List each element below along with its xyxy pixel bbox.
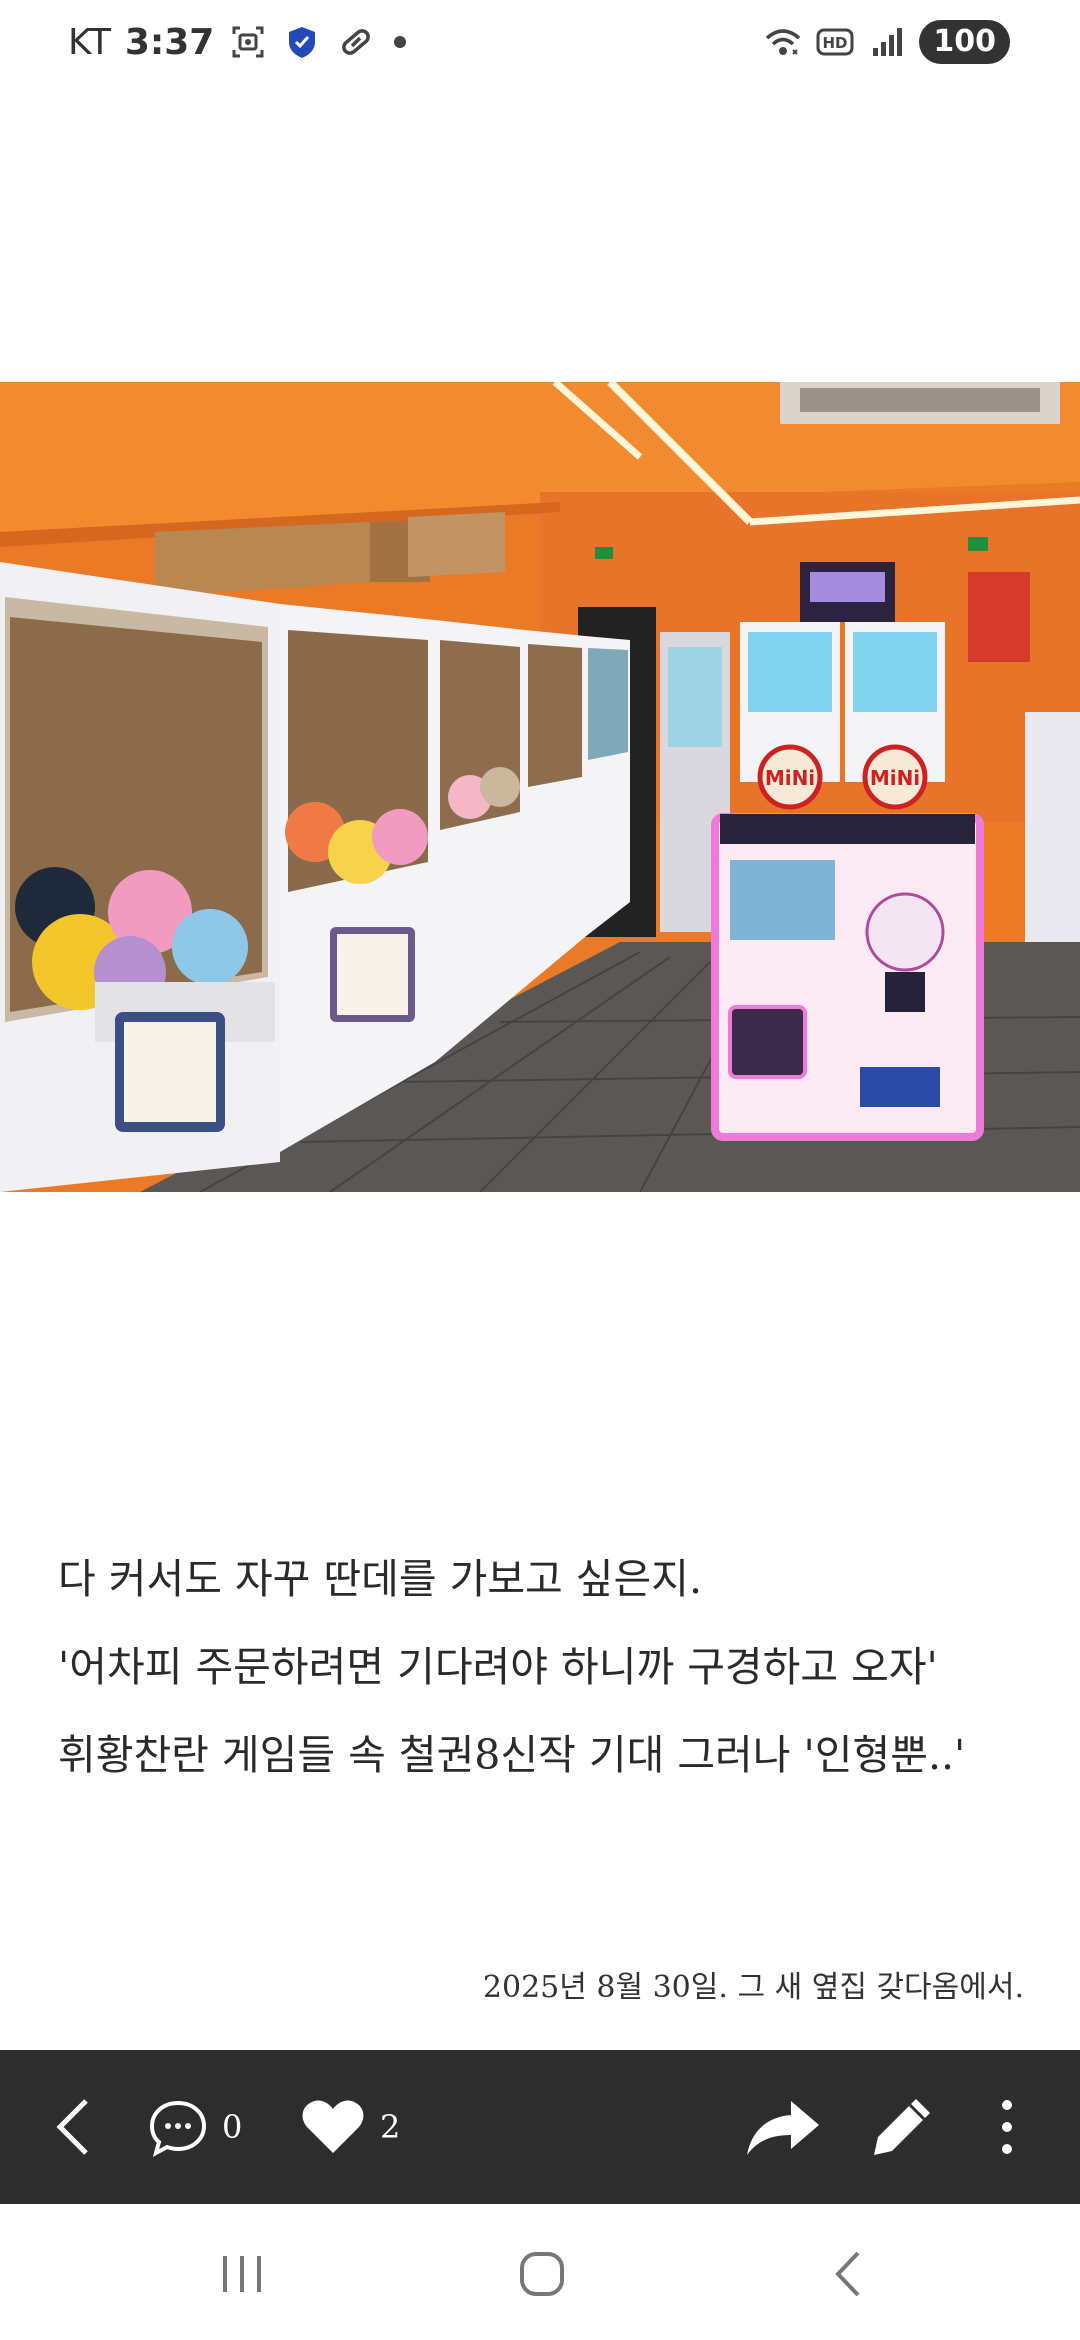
- battery-indicator: 100: [919, 20, 1010, 64]
- edit-button[interactable]: [870, 2050, 934, 2204]
- mini-label-left: MiNi: [765, 766, 815, 790]
- status-left: KT 3:37: [68, 18, 407, 66]
- back-button[interactable]: [50, 2050, 98, 2204]
- post-action-bar: 0 2: [0, 2050, 1080, 2204]
- recents-icon: [223, 2256, 261, 2292]
- back-nav-button[interactable]: [818, 2244, 878, 2304]
- caption-line-3: 휘황찬란 게임들 속 철권8신작 기대 그러나 '인형뿐..': [58, 1731, 966, 1779]
- hd-icon: HD: [816, 28, 854, 56]
- arcade-photo-illustration: MiNi MiNi: [0, 382, 1080, 1192]
- pill-icon: [342, 29, 371, 55]
- post-date-note: 2025년 8월 30일. 그 새 옆집 갖다옴에서.: [482, 1970, 1024, 2005]
- share-button[interactable]: [745, 2050, 821, 2204]
- like-button[interactable]: 2: [300, 2050, 400, 2204]
- screenshot-icon: [232, 26, 264, 58]
- comment-button[interactable]: 0: [148, 2050, 242, 2204]
- edit-icon: [874, 2099, 930, 2155]
- heart-icon: [302, 2100, 364, 2153]
- caption-line-1: 다 커서도 자꾸 딴데를 가보고 싶은지.: [58, 1555, 702, 1603]
- back-icon: [56, 2099, 88, 2155]
- status-bar: KT 3:37 HD 100: [0, 0, 1080, 84]
- recents-button[interactable]: [212, 2244, 272, 2304]
- wifi-icon: [766, 29, 801, 55]
- more-options-button[interactable]: [995, 2050, 1019, 2204]
- clock: 3:37: [124, 21, 215, 63]
- notification-dot: [394, 36, 407, 48]
- more-icon: [1002, 2100, 1012, 2154]
- share-icon: [747, 2101, 819, 2155]
- svg-text:HD: HD: [823, 34, 848, 52]
- comment-icon: [149, 2100, 207, 2157]
- status-right: HD 100: [763, 18, 1010, 66]
- home-button[interactable]: [512, 2244, 572, 2304]
- mini-label-right: MiNi: [870, 766, 920, 790]
- caption-line-2: '어차피 주문하려면 기다려야 하니까 구경하고 오자': [58, 1643, 938, 1691]
- shield-icon: [289, 27, 316, 58]
- signal-icon: [873, 28, 903, 56]
- carrier-label: KT: [68, 21, 111, 63]
- back-nav-icon: [835, 2251, 860, 2297]
- post-caption: 다 커서도 자꾸 딴데를 가보고 싶은지. '어차피 주문하려면 기다려야 하니…: [58, 1535, 1038, 1799]
- arcade-photo[interactable]: MiNi MiNi: [0, 382, 1080, 1192]
- home-icon: [520, 2252, 564, 2296]
- comment-count: 0: [222, 2108, 243, 2146]
- like-count: 2: [380, 2108, 401, 2146]
- system-nav-bar: [0, 2204, 1080, 2340]
